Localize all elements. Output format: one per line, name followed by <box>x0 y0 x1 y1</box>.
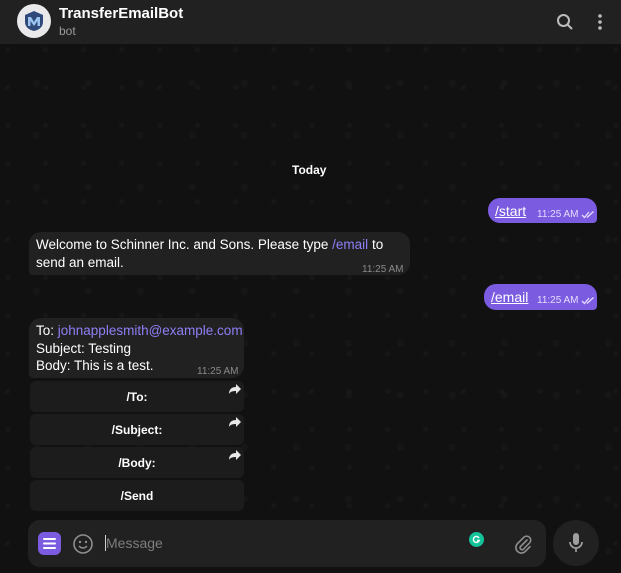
forward-arrow-icon <box>229 417 241 427</box>
read-checkmarks-icon <box>581 297 594 305</box>
voice-record-button[interactable] <box>553 520 599 566</box>
bot-avatar[interactable] <box>17 4 51 38</box>
keyboard-button-subject[interactable]: /Subject: <box>30 414 244 445</box>
message-time: 11:25 AM <box>197 366 239 377</box>
message-text: Welcome to Schinner Inc. and Sons. Pleas… <box>36 237 384 270</box>
message-time: 11:25 AM <box>537 209 579 220</box>
keyboard-button-body[interactable]: /Body: <box>30 447 244 478</box>
keyboard-button-send[interactable]: /Send <box>30 480 244 511</box>
incoming-message[interactable]: Welcome to Schinner Inc. and Sons. Pleas… <box>29 232 410 275</box>
forward-arrow-icon <box>229 384 241 394</box>
command-link[interactable]: /email <box>491 289 528 305</box>
command-link[interactable]: /start <box>495 203 526 219</box>
command-link[interactable]: /email <box>332 237 368 252</box>
chat-header: TransferEmailBot bot <box>0 0 621 44</box>
search-icon[interactable] <box>555 12 575 32</box>
more-menu-icon[interactable] <box>590 12 610 32</box>
incoming-message[interactable]: To: johnapplesmith@example.com Subject: … <box>29 318 244 378</box>
message-time: 11:25 AM <box>362 264 404 275</box>
outgoing-message[interactable]: /start 11:25 AM <box>488 198 597 223</box>
bot-menu-button[interactable] <box>38 532 61 555</box>
chat-title[interactable]: TransferEmailBot <box>59 5 183 22</box>
forward-arrow-icon <box>229 450 241 460</box>
email-subject-line: Subject: Testing <box>36 340 132 356</box>
grammarly-icon[interactable] <box>469 532 484 547</box>
outgoing-message[interactable]: /email 11:25 AM <box>484 284 597 310</box>
attach-icon[interactable] <box>512 533 534 555</box>
email-to-line: To: johnapplesmith@example.com <box>36 323 243 338</box>
menu-icon <box>43 538 56 549</box>
message-input[interactable]: Message <box>106 535 163 551</box>
email-body-line: Body: This is a test. <box>36 358 154 373</box>
email-link[interactable]: johnapplesmith@example.com <box>58 323 243 338</box>
chat-subtitle: bot <box>59 24 76 38</box>
message-composer: Message <box>28 520 546 567</box>
message-time: 11:25 AM <box>537 295 579 306</box>
emoji-icon[interactable] <box>72 533 94 555</box>
date-separator: Today <box>292 163 327 177</box>
microphone-icon <box>569 533 583 552</box>
read-checkmarks-icon <box>581 211 594 219</box>
bot-logo-icon <box>25 11 43 31</box>
keyboard-button-to[interactable]: /To: <box>30 381 244 412</box>
